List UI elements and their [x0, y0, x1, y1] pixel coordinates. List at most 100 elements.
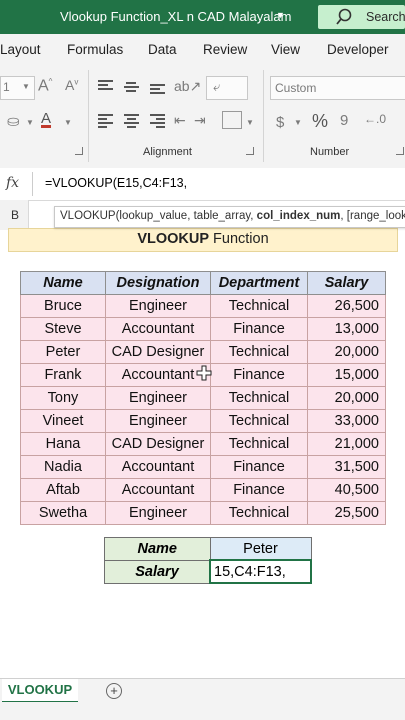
cell-designation[interactable]: CAD Designer	[105, 340, 211, 364]
cell-department[interactable]: Technical	[210, 294, 308, 318]
tab-data[interactable]: Data	[148, 42, 177, 57]
cell-designation[interactable]: Accountant	[105, 478, 211, 502]
cell-name[interactable]: Aftab	[20, 478, 106, 502]
cell-department[interactable]: Technical	[210, 386, 308, 410]
alignment-dialog-launcher-icon[interactable]	[246, 147, 254, 155]
header-name[interactable]: Name	[20, 271, 106, 295]
tooltip-suffix: , [range_looku	[340, 210, 405, 222]
search-label: Search	[366, 10, 405, 24]
chevron-down-icon[interactable]: ▼	[26, 118, 34, 127]
tab-formulas[interactable]: Formulas	[67, 42, 123, 57]
cell-name[interactable]: Hana	[20, 432, 106, 456]
column-header-label: B	[11, 208, 20, 222]
title-banner[interactable]: VLOOKUP Function	[8, 228, 398, 252]
ribbon-tabs: Layout Formulas Data Review View Develop…	[0, 34, 405, 66]
align-center-icon[interactable]	[124, 114, 139, 128]
cell-salary[interactable]: 20,000	[307, 386, 386, 410]
cell-salary[interactable]: 40,500	[307, 478, 386, 502]
ribbon: 1 ▼ A^ Av ⛀ ▼ A ▼ ab↗ ⤶ ⇤ ⇥ ▼ Alignment …	[0, 66, 405, 169]
cell-designation[interactable]: Accountant	[105, 363, 211, 387]
chevron-down-icon[interactable]: ▼	[246, 118, 254, 127]
cell-name[interactable]: Peter	[20, 340, 106, 364]
lookup-salary-label[interactable]: Salary	[104, 559, 211, 584]
cell-designation[interactable]: Engineer	[105, 294, 211, 318]
insert-function-icon[interactable]: fx	[6, 175, 19, 191]
cell-salary[interactable]: 33,000	[307, 409, 386, 433]
tooltip-current-arg: col_index_num	[256, 210, 341, 222]
header-designation[interactable]: Designation	[105, 271, 211, 295]
tab-developer[interactable]: Developer	[327, 42, 389, 57]
cell-salary[interactable]: 15,000	[307, 363, 386, 387]
align-right-icon[interactable]	[150, 114, 165, 128]
cell-department[interactable]: Technical	[210, 501, 308, 525]
orientation-icon[interactable]: ab↗	[174, 78, 201, 95]
header-salary[interactable]: Salary	[307, 271, 386, 295]
cell-department[interactable]: Finance	[210, 455, 308, 479]
cell-department[interactable]: Technical	[210, 340, 308, 364]
cell-name[interactable]: Frank	[20, 363, 106, 387]
lookup-name-label[interactable]: Name	[104, 537, 211, 561]
chevron-down-icon[interactable]: ▼	[294, 118, 302, 127]
cell-department[interactable]: Finance	[210, 478, 308, 502]
cell-name[interactable]: Nadia	[20, 455, 106, 479]
decrease-indent-icon[interactable]: ⇤	[174, 112, 186, 129]
top-align-icon[interactable]	[98, 80, 113, 92]
chevron-down-icon[interactable]: ▼	[276, 10, 285, 20]
cell-name[interactable]: Tony	[20, 386, 106, 410]
middle-align-icon[interactable]	[124, 82, 139, 94]
cell-salary[interactable]: 26,500	[307, 294, 386, 318]
add-sheet-icon[interactable]: +	[106, 683, 122, 699]
increase-indent-icon[interactable]: ⇥	[194, 112, 206, 129]
percent-style-icon[interactable]: %	[312, 111, 328, 132]
window-title[interactable]: Vlookup Function_XL n CAD Malayalam	[60, 9, 291, 24]
column-header-b[interactable]: B	[0, 200, 29, 230]
cell-designation[interactable]: Engineer	[105, 501, 211, 525]
cell-salary[interactable]: 21,000	[307, 432, 386, 456]
cell-department[interactable]: Technical	[210, 409, 308, 433]
comma-style-icon[interactable]: 9	[340, 112, 348, 129]
search-box[interactable]: Search	[318, 5, 405, 29]
sheet-tab-vlookup[interactable]: VLOOKUP	[2, 679, 78, 704]
cell-salary[interactable]: 13,000	[307, 317, 386, 341]
table-header-row: Name Designation Department Salary	[20, 271, 386, 295]
lookup-row-name: Name Peter	[104, 537, 312, 561]
formula-bar: fx =VLOOKUP(E15,C4:F13,	[0, 168, 405, 201]
lookup-name-value[interactable]: Peter	[209, 537, 312, 561]
align-left-icon[interactable]	[98, 114, 113, 128]
header-department[interactable]: Department	[210, 271, 308, 295]
cell-department[interactable]: Technical	[210, 432, 308, 456]
decrease-font-icon[interactable]: Av	[65, 77, 78, 93]
cell-salary[interactable]: 20,000	[307, 340, 386, 364]
tab-page-layout[interactable]: Layout	[0, 42, 41, 57]
cell-designation[interactable]: Engineer	[105, 409, 211, 433]
increase-decimal-icon[interactable]: ←.0	[364, 112, 386, 126]
cell-designation[interactable]: Engineer	[105, 386, 211, 410]
tab-view[interactable]: View	[271, 42, 300, 57]
cell-name[interactable]: Vineet	[20, 409, 106, 433]
cell-name[interactable]: Bruce	[20, 294, 106, 318]
tab-review[interactable]: Review	[203, 42, 247, 57]
cell-salary[interactable]: 25,500	[307, 501, 386, 525]
currency-icon[interactable]: $	[276, 114, 284, 131]
fill-color-icon[interactable]: ⛀	[7, 112, 20, 130]
cell-designation[interactable]: CAD Designer	[105, 432, 211, 456]
wrap-text-button[interactable]: ⤶	[206, 76, 248, 100]
cell-designation[interactable]: Accountant	[105, 455, 211, 479]
increase-font-icon[interactable]: A^	[38, 77, 52, 95]
cell-department[interactable]: Finance	[210, 363, 308, 387]
font-size-select[interactable]: 1 ▼	[0, 76, 35, 100]
cell-name[interactable]: Steve	[20, 317, 106, 341]
cell-designation[interactable]: Accountant	[105, 317, 211, 341]
number-dialog-launcher-icon[interactable]	[396, 147, 404, 155]
number-format-select[interactable]: Custom	[270, 76, 405, 100]
merge-center-icon[interactable]	[222, 111, 242, 129]
font-color-icon[interactable]: A	[41, 110, 51, 127]
cell-name[interactable]: Swetha	[20, 501, 106, 525]
cell-salary[interactable]: 31,500	[307, 455, 386, 479]
chevron-down-icon[interactable]: ▼	[64, 118, 72, 127]
cell-department[interactable]: Finance	[210, 317, 308, 341]
bottom-align-icon[interactable]	[150, 84, 165, 96]
font-dialog-launcher-icon[interactable]	[75, 147, 83, 155]
lookup-salary-cell-editing[interactable]: 15,C4:F13,	[209, 559, 312, 584]
formula-input[interactable]: =VLOOKUP(E15,C4:F13,	[45, 176, 187, 190]
